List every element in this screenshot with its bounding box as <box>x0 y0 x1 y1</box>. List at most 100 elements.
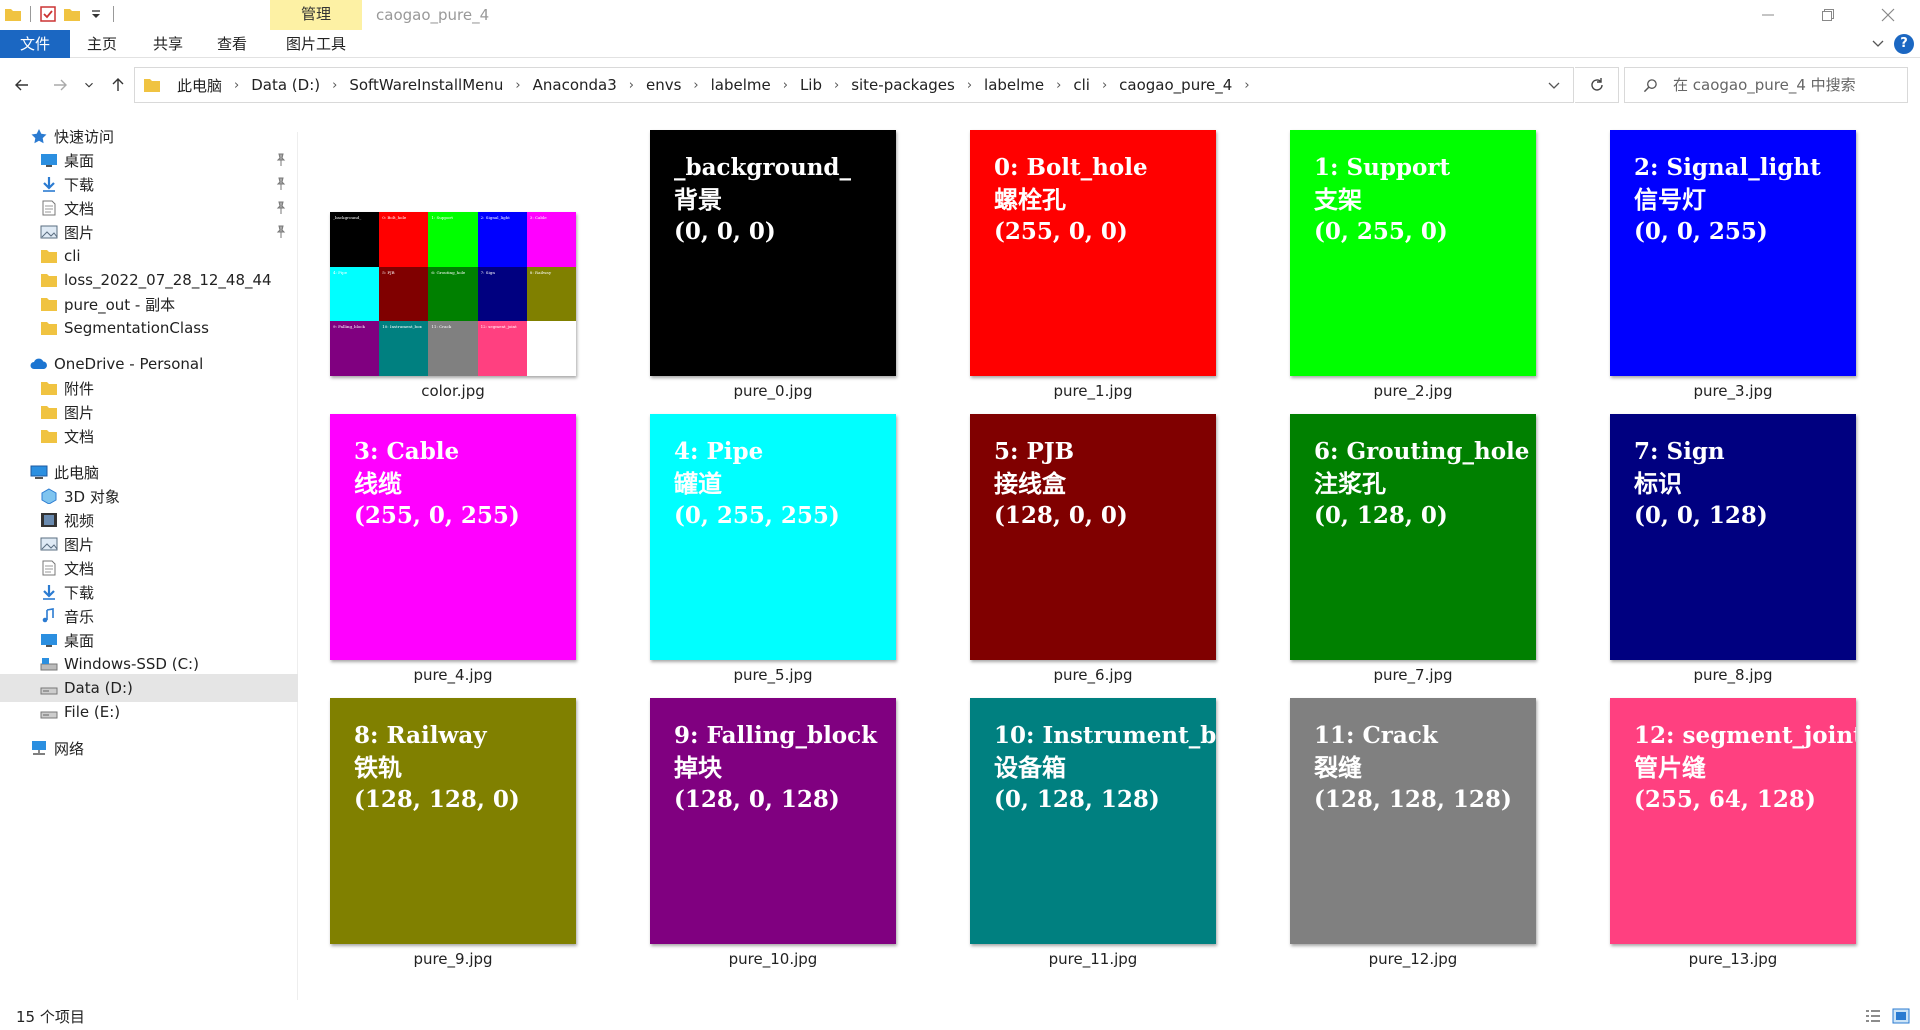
music-icon <box>40 608 58 624</box>
details-view-icon[interactable] <box>1864 1008 1882 1024</box>
file-tile[interactable]: 4: Pipe 罐道 (0, 255, 255) pure_5.jpg <box>620 396 940 686</box>
download-icon <box>40 584 58 600</box>
tab-picture-tools[interactable]: 图片工具 <box>276 30 356 58</box>
folder-icon <box>40 380 58 396</box>
file-tile[interactable]: _background_ 背景 (0, 0, 0) pure_0.jpg <box>620 112 940 402</box>
restore-button[interactable] <box>1800 0 1856 30</box>
color-legend-grid: _background_ 0: Bolt_hole 1: Support 2: Sig… <box>330 212 576 376</box>
up-button[interactable] <box>108 75 128 95</box>
chevron-right-icon[interactable]: › <box>1048 78 1069 93</box>
breadcrumb-item[interactable]: cli <box>1069 76 1094 94</box>
nav-item-label: 网络 <box>54 739 85 758</box>
file-tile[interactable]: 11: Crack 裂缝 (128, 128, 128) pure_12.jpg <box>1260 680 1580 970</box>
breadcrumb-item[interactable]: labelme <box>980 76 1048 94</box>
address-bar[interactable]: 此电脑 › Data (D:) › SoftWareInstallMenu › Anacon… <box>134 67 1574 103</box>
back-button[interactable] <box>12 75 32 95</box>
thumbnail-text: 12: segment_joint 管片缝 (255, 64, 128) <box>1634 720 1856 816</box>
help-button[interactable]: ? <box>1894 34 1914 54</box>
image-thumbnail: 10: Instrument_box 设备箱 (0, 128, 128) <box>970 698 1216 944</box>
class-rgb: (0, 128, 128) <box>994 786 1160 813</box>
image-thumbnail: 9: Falling_block 掉块 (128, 0, 128) <box>650 698 896 944</box>
tab-home[interactable]: 主页 <box>82 30 122 58</box>
forward-button[interactable] <box>50 75 70 95</box>
properties-icon[interactable] <box>39 5 57 23</box>
breadcrumb-item[interactable]: Anaconda3 <box>529 76 621 94</box>
tab-share[interactable]: 共享 <box>148 30 188 58</box>
class-label-cn: 罐道 <box>674 470 722 498</box>
new-folder-icon[interactable] <box>63 5 81 23</box>
file-tile[interactable]: 8: Railway 铁轨 (128, 128, 0) pure_9.jpg <box>300 680 620 970</box>
file-tile[interactable]: 12: segment_joint 管片缝 (255, 64, 128) pure_1… <box>1580 680 1900 970</box>
class-rgb: (255, 0, 0) <box>994 218 1128 245</box>
color-legend-cell: 2: Signal_light <box>477 212 527 267</box>
pin-icon <box>274 201 288 215</box>
color-legend-text: _background_ <box>333 215 362 220</box>
close-icon <box>1881 8 1895 22</box>
refresh-button[interactable] <box>1575 67 1619 103</box>
file-tile[interactable]: 1: Support 支架 (0, 255, 0) pure_2.jpg <box>1260 112 1580 402</box>
folder-icon <box>144 79 160 92</box>
file-tile[interactable]: 5: PJB 接线盒 (128, 0, 0) pure_6.jpg <box>940 396 1260 686</box>
class-label-cn: 设备箱 <box>994 754 1066 782</box>
tab-view[interactable]: 查看 <box>212 30 252 58</box>
breadcrumb-item[interactable]: SoftWareInstallMenu <box>345 76 507 94</box>
nav-item-onedrive-documents[interactable]: 文档 <box>0 422 298 450</box>
nav-item-network[interactable]: 网络 <box>0 734 298 762</box>
nav-item-segmentation-class[interactable]: SegmentationClass <box>0 314 298 342</box>
chevron-right-icon[interactable]: › <box>1094 78 1115 93</box>
recent-locations-button[interactable] <box>82 75 96 95</box>
chevron-right-icon[interactable]: › <box>826 78 847 93</box>
file-tile[interactable]: 3: Cable 线缆 (255, 0, 255) pure_4.jpg <box>300 396 620 686</box>
file-tile[interactable]: 2: Signal_light 信号灯 (0, 0, 255) pure_3.jpg <box>1580 112 1900 402</box>
file-tile[interactable]: _background_ 0: Bolt_hole 1: Support 2: Sig… <box>300 112 620 402</box>
class-rgb: (128, 128, 128) <box>1314 786 1512 813</box>
file-tile[interactable]: 9: Falling_block 掉块 (128, 0, 128) pure_10.j… <box>620 680 940 970</box>
chevron-right-icon[interactable]: › <box>324 78 345 93</box>
chevron-right-icon[interactable]: › <box>959 78 980 93</box>
nav-item-drive-e[interactable]: File (E:) <box>0 698 298 726</box>
chevron-right-icon[interactable]: › <box>1236 78 1257 93</box>
search-input[interactable] <box>1673 68 1903 102</box>
network-icon <box>30 740 48 756</box>
breadcrumb-item[interactable]: envs <box>642 76 685 94</box>
file-tile[interactable]: 0: Bolt_hole 螺栓孔 (255, 0, 0) pure_1.jpg <box>940 112 1260 402</box>
class-label-cn: 信号灯 <box>1634 186 1706 214</box>
chevron-right-icon[interactable]: › <box>621 78 642 93</box>
image-thumbnail: 0: Bolt_hole 螺栓孔 (255, 0, 0) <box>970 130 1216 376</box>
file-tile[interactable]: 10: Instrument_box 设备箱 (0, 128, 128) pure_1… <box>940 680 1260 970</box>
customize-toolbar-icon[interactable] <box>87 5 105 23</box>
item-count: 15 个项目 <box>16 1008 85 1026</box>
color-legend-text: 12: segment_joint <box>480 324 517 330</box>
image-thumbnail: 11: Crack 裂缝 (128, 128, 128) <box>1290 698 1536 944</box>
file-tile[interactable]: 6: Grouting_hole 注浆孔 (0, 128, 0) pure_7.jpg <box>1260 396 1580 686</box>
class-label: 6: Grouting_hole <box>1314 438 1530 465</box>
large-icons-view-icon[interactable] <box>1892 1008 1910 1024</box>
breadcrumb-item[interactable]: site-packages <box>847 76 959 94</box>
nav-item-label: Windows-SSD (C:) <box>64 655 199 673</box>
chevron-right-icon[interactable]: › <box>775 78 796 93</box>
color-legend-cell: 5: PJB <box>379 266 429 322</box>
minimize-button[interactable] <box>1740 0 1796 30</box>
breadcrumb-item[interactable]: caogao_pure_4 <box>1115 76 1236 94</box>
class-label-cn: 注浆孔 <box>1314 470 1386 498</box>
chevron-down-icon[interactable] <box>1870 35 1886 51</box>
close-button[interactable] <box>1860 0 1916 30</box>
class-rgb: (255, 64, 128) <box>1634 786 1816 813</box>
drive-icon <box>40 704 58 720</box>
manage-tab[interactable]: 管理 <box>270 0 362 30</box>
file-tile[interactable]: 7: Sign 标识 (0, 0, 128) pure_8.jpg <box>1580 396 1900 686</box>
file-name: pure_10.jpg <box>728 950 818 968</box>
thumbnail-text: 2: Signal_light 信号灯 (0, 0, 255) <box>1634 152 1821 248</box>
breadcrumb-item[interactable]: labelme <box>707 76 775 94</box>
nav-item-label: 图片 <box>64 403 95 422</box>
breadcrumb-item[interactable]: 此电脑 <box>173 75 226 96</box>
chevron-down-icon[interactable] <box>1546 77 1562 93</box>
chevron-right-icon[interactable]: › <box>685 78 706 93</box>
breadcrumb-item[interactable]: Lib <box>796 76 826 94</box>
color-legend-text: 4: Pipe <box>333 269 348 275</box>
chevron-right-icon[interactable]: › <box>507 78 528 93</box>
tab-file[interactable]: 文件 <box>0 30 70 58</box>
class-rgb: (0, 0, 0) <box>674 218 776 245</box>
breadcrumb-item[interactable]: Data (D:) <box>247 76 324 94</box>
chevron-right-icon[interactable]: › <box>226 78 247 93</box>
